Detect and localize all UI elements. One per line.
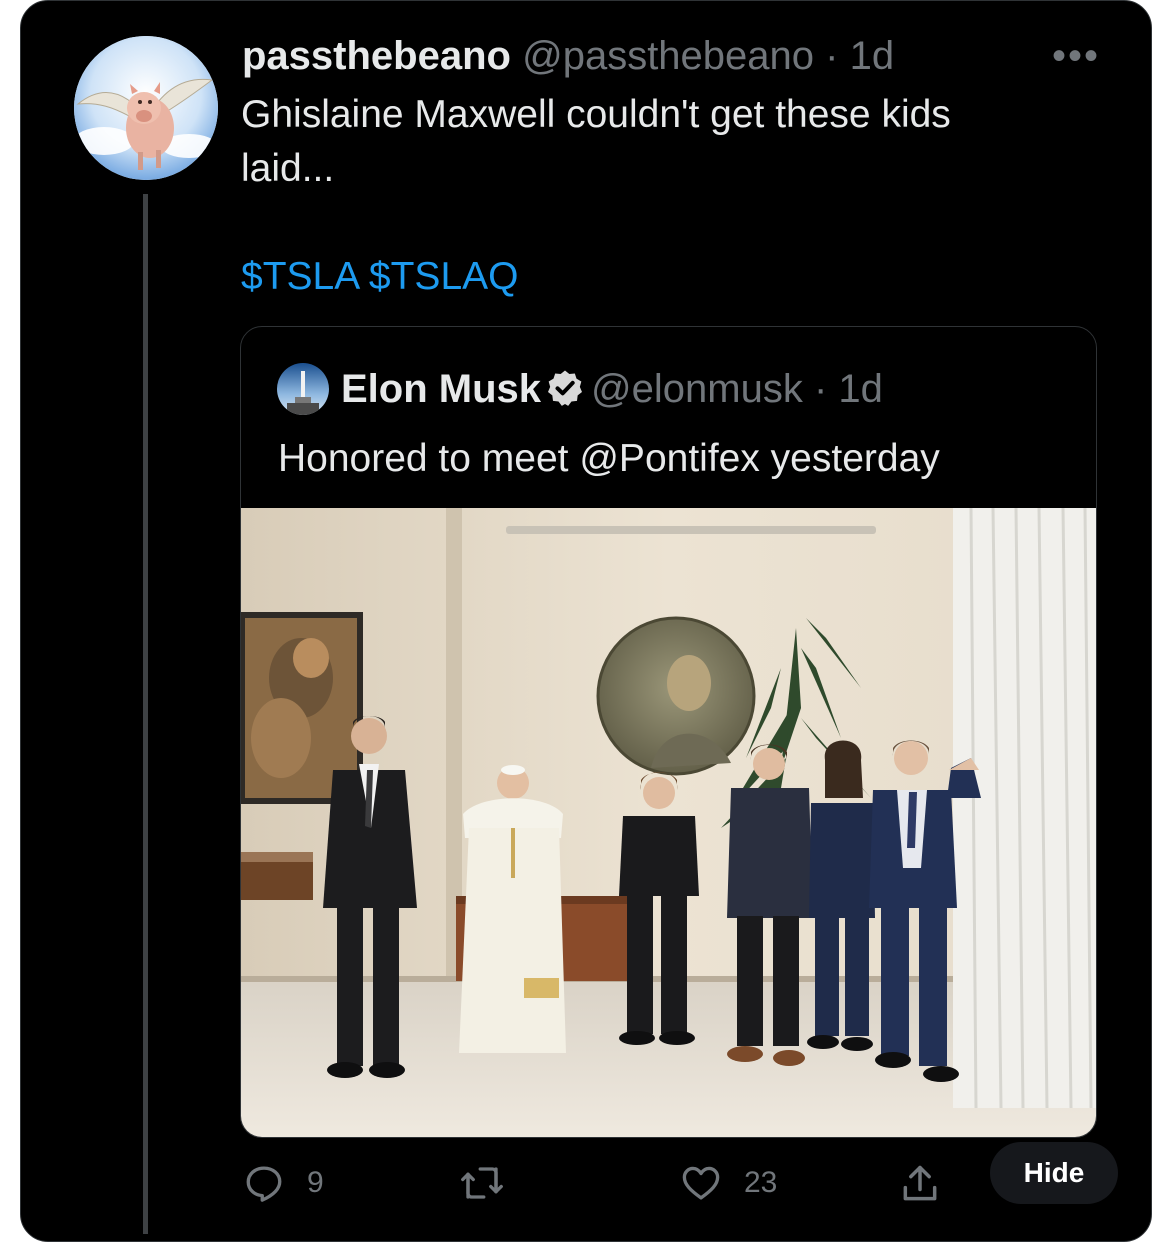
like-button[interactable]: 23 (680, 1162, 777, 1204)
flying-pig-avatar-icon (74, 36, 218, 180)
reply-button[interactable]: 9 (243, 1162, 324, 1204)
person-2 (459, 765, 566, 1053)
tweet-text: Ghislaine Maxwell couldn't get these kid… (241, 88, 1061, 196)
more-options-icon[interactable]: ••• (1052, 36, 1100, 76)
action-bar: 9 23 (0, 1150, 1162, 1220)
timestamp[interactable]: 1d (850, 34, 895, 78)
tweet-text-line-2: laid... (241, 147, 335, 190)
quoted-handle[interactable]: @elonmusk (591, 367, 803, 411)
tweet-header: passthebeano @passthebeano · 1d (242, 32, 894, 80)
tweet-text-line-1: Ghislaine Maxwell couldn't get these kid… (241, 93, 951, 136)
quoted-timestamp[interactable]: 1d (838, 367, 883, 411)
heart-icon (682, 1166, 720, 1200)
avatar[interactable] (74, 36, 218, 180)
thread-line (143, 194, 148, 1234)
display-name[interactable]: passthebeano (242, 34, 511, 78)
retweet-icon (461, 1167, 503, 1199)
quoted-separator: · (813, 367, 828, 411)
retweet-button[interactable] (458, 1162, 528, 1204)
reply-count: 9 (307, 1166, 324, 1199)
verified-badge-icon (548, 370, 583, 406)
group-photo-with-pope-icon (241, 507, 1096, 1137)
share-icon (903, 1165, 937, 1201)
quoted-display-name[interactable]: Elon Musk (341, 367, 541, 411)
quoted-avatar[interactable] (277, 363, 329, 415)
handle[interactable]: @passthebeano (522, 34, 814, 78)
separator: · (825, 34, 839, 78)
like-count: 23 (744, 1166, 778, 1199)
quoted-photo[interactable] (241, 507, 1096, 1137)
hide-button[interactable]: Hide (990, 1142, 1118, 1204)
rocket-launch-avatar-icon (277, 363, 329, 415)
quoted-tweet[interactable]: Elon Musk @elonmusk · 1d Honored to meet … (240, 326, 1097, 1138)
quoted-header: Elon Musk @elonmusk · 1d (341, 365, 883, 413)
cashtag-link-tslaq[interactable]: $TSLAQ (369, 255, 519, 298)
cashtags: $TSLA $TSLAQ (241, 250, 519, 304)
reply-icon (246, 1166, 282, 1202)
quoted-text: Honored to meet @Pontifex yesterday (278, 437, 940, 480)
share-button[interactable] (898, 1162, 942, 1206)
cashtag-link-tsla[interactable]: $TSLA (241, 255, 358, 298)
